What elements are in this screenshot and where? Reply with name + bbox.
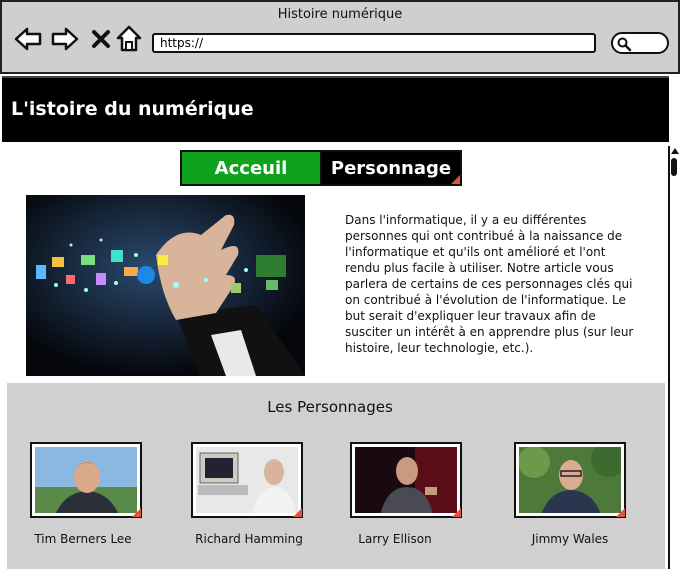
page-header: L'istoire du numérique: [2, 76, 669, 142]
digital-hand-illustration: [26, 195, 305, 376]
person-card-richard-hamming[interactable]: [191, 442, 303, 518]
person-photo: [196, 447, 298, 513]
person-card-larry-ellison[interactable]: [350, 442, 462, 518]
tab-personnage[interactable]: Personnage: [322, 152, 460, 184]
section-heading: Les Personnages: [267, 398, 393, 416]
person-name: Jimmy Wales: [531, 532, 609, 546]
url-text: https://: [160, 36, 204, 50]
url-bar[interactable]: https://: [152, 33, 596, 53]
person-photo: [355, 447, 457, 513]
tab-accueil-label: Acceuil: [214, 157, 288, 179]
scroll-thumb[interactable]: [671, 158, 677, 176]
person-photo: [519, 447, 621, 513]
person-name: Richard Hamming: [195, 532, 303, 546]
home-icon[interactable]: [114, 24, 144, 54]
resize-corner-icon: [452, 508, 461, 517]
scroll-up-arrow-icon[interactable]: [670, 146, 680, 156]
tab-personnage-label: Personnage: [330, 157, 452, 179]
back-arrow-icon[interactable]: [13, 24, 43, 54]
person-card-tim-berners-lee[interactable]: [30, 442, 142, 518]
stop-x-icon[interactable]: [86, 24, 116, 54]
page-title: L'istoire du numérique: [11, 98, 254, 120]
search-icon: [617, 37, 632, 52]
resize-corner-icon: [616, 508, 625, 517]
window-title: Histoire numérique: [277, 7, 403, 22]
tab-accueil[interactable]: Acceuil: [182, 152, 322, 184]
vertical-scrollbar[interactable]: [668, 146, 680, 569]
person-name: Tim Berners Lee: [34, 532, 132, 546]
resize-corner-icon: [293, 508, 302, 517]
person-card-jimmy-wales[interactable]: [514, 442, 626, 518]
browser-chrome: Histoire numérique https://: [0, 0, 680, 74]
resize-corner-icon: [451, 175, 460, 184]
search-box[interactable]: [611, 32, 669, 54]
person-photo: [35, 447, 137, 513]
person-name: Larry Ellison: [358, 532, 432, 546]
people-section: Les Personnages Tim Berners Lee Richard …: [7, 383, 665, 569]
hero-image: [26, 195, 305, 376]
forward-arrow-icon[interactable]: [50, 24, 80, 54]
resize-corner-icon: [132, 508, 141, 517]
intro-paragraph: Dans l'informatique, il y a eu différent…: [345, 213, 634, 355]
tab-bar: Acceuil Personnage: [180, 150, 462, 186]
